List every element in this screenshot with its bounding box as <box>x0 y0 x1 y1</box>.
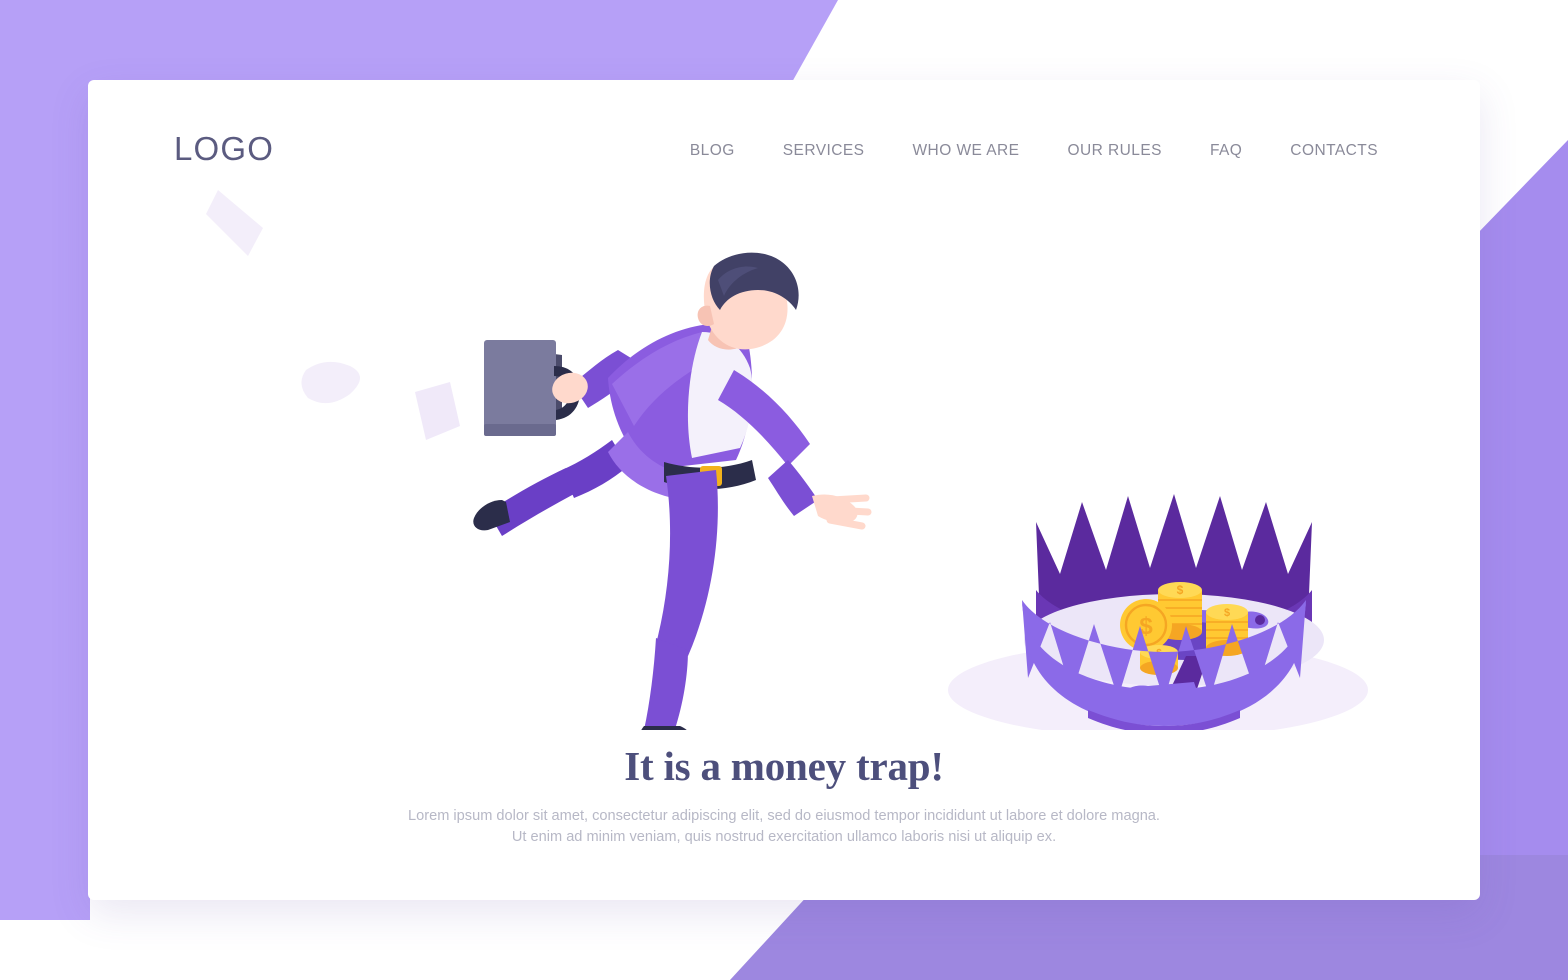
logo[interactable]: LOGO <box>174 130 274 168</box>
hand-right <box>812 494 872 530</box>
bear-trap-figure: $ $ $ <box>948 494 1368 730</box>
nav-item-contacts[interactable]: CONTACTS <box>1266 138 1402 164</box>
landing-page: LOGO BLOG SERVICES WHO WE ARE OUR RULES … <box>0 0 1568 980</box>
hero-paragraph-line-1: Lorem ipsum dolor sit amet, consectetur … <box>408 808 1160 824</box>
hero-illustration: $ $ $ <box>88 170 1480 730</box>
flying-papers-icon <box>206 190 460 440</box>
svg-text:$: $ <box>1177 583 1184 597</box>
running-businessman-figure <box>473 252 872 730</box>
nav-item-faq[interactable]: FAQ <box>1186 138 1266 164</box>
svg-text:$: $ <box>1224 607 1230 619</box>
hero-paragraph: Lorem ipsum dolor sit amet, consectetur … <box>88 806 1480 848</box>
hero-paragraph-line-2: Ut enim ad minim veniam, quis nostrud ex… <box>511 829 1057 845</box>
nav-item-who-we-are[interactable]: WHO WE ARE <box>888 138 1043 164</box>
nav-item-blog[interactable]: BLOG <box>666 138 759 164</box>
page-title: It is a money trap! <box>624 743 944 789</box>
main-navigation: BLOG SERVICES WHO WE ARE OUR RULES FAQ C… <box>666 138 1402 164</box>
content-card: LOGO BLOG SERVICES WHO WE ARE OUR RULES … <box>88 80 1480 900</box>
nav-item-our-rules[interactable]: OUR RULES <box>1043 138 1185 164</box>
coin-front-large: $ <box>1120 599 1172 651</box>
nav-item-services[interactable]: SERVICES <box>759 138 889 164</box>
